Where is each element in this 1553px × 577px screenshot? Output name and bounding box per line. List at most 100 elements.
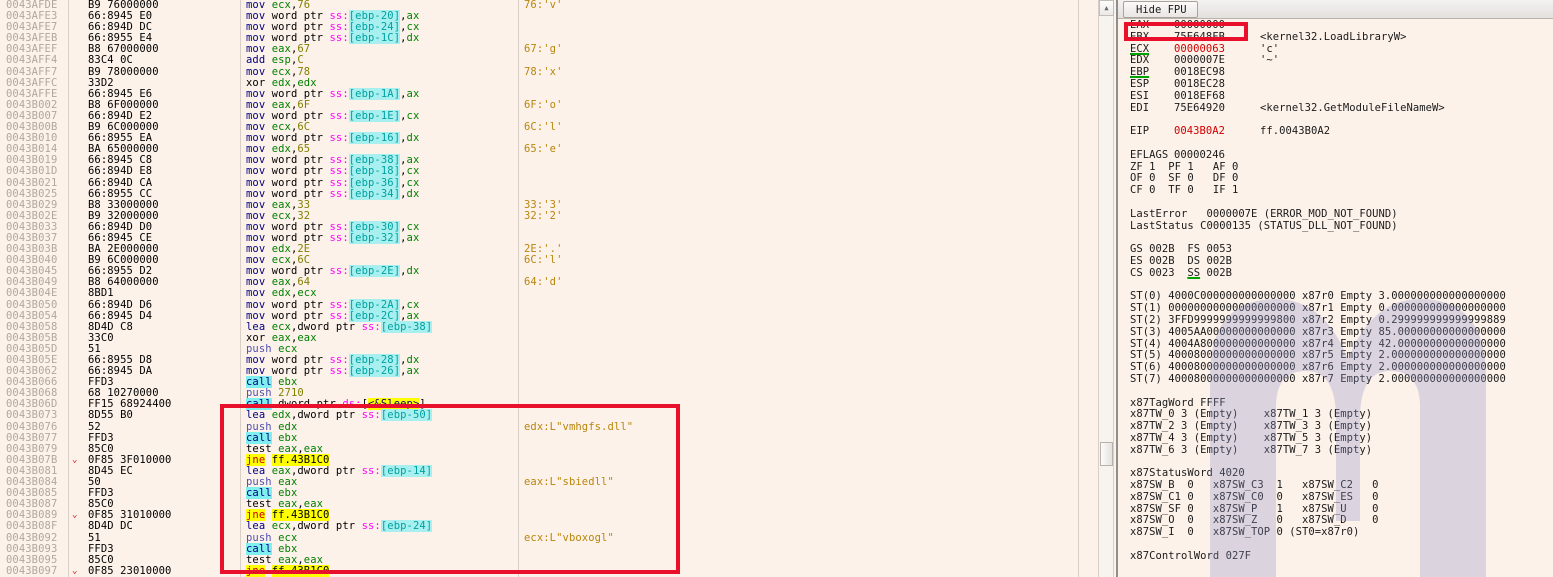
register-row-ebx[interactable]: EBX 75E648FB <kernel32.LoadLibraryW>	[1118, 30, 1553, 44]
disassembly-row[interactable]: 0043B040 B9 6C000000 mov ecx,6C 6C:'l'	[0, 255, 1096, 266]
disassembly-row[interactable]: 0043B093 FFD3 call ebx	[0, 542, 1096, 555]
disassembly-row[interactable]: 0043B097 ⌄ 0F85 23010000 jne ff.43B1C0	[0, 564, 1096, 577]
disassembly-row[interactable]: 0043B062 66:8945 DA mov word ptr ss:[ebp-2…	[0, 365, 1096, 378]
debugger-window: 0043AFDE B9 76000000 mov ecx,76 76:'v' 0043A…	[0, 0, 1553, 577]
row-bytes: 8BD1	[88, 287, 114, 300]
row-address: 0043B076	[6, 420, 58, 433]
disassembly-row[interactable]: 0043AFF7 B9 78000000 mov ecx,78 78:'x'	[0, 66, 1096, 78]
registers-panel[interactable]: Hide FPU EAX 00000000 EBX 75E648FB <kernel32…	[1116, 0, 1553, 577]
register-name: EDI	[1130, 101, 1150, 114]
disassembly-row[interactable]: 0043B049 B8 64000000 mov eax,64 64:'d'	[0, 277, 1096, 288]
disassembly-row[interactable]: 0043AFFC 33D2 xor edx,edx	[0, 77, 1096, 89]
disassembly-row[interactable]: 0043B084 50 push eax eax:L"sbiedll"	[0, 476, 1096, 488]
disassembly-row[interactable]: 0043B066 FFD3 call ebx	[0, 376, 1096, 389]
disassembly-row[interactable]: 0043B073 8D55 B0 lea edx,dword ptr ss:[ebp…	[0, 409, 1096, 422]
disasm-token: [ebp-26]	[348, 365, 401, 378]
row-bytes: 66:894D E8	[88, 165, 153, 178]
row-comment: 6C:'l'	[524, 254, 563, 267]
disassembly-row[interactable]: 0043AFE7 66:894D DC mov word ptr ss:[ebp-2…	[0, 21, 1096, 34]
flag-text: CF 0 TF 0 IF 1	[1130, 184, 1239, 197]
hide-fpu-button[interactable]: Hide FPU	[1123, 1, 1198, 18]
flag-row[interactable]: CF 0 TF 0 IF 1	[1118, 184, 1553, 197]
scrollbar-thumb[interactable]	[1100, 442, 1113, 466]
disassembly-row[interactable]: 0043B05E 66:8955 D8 mov word ptr ss:[ebp-2…	[0, 354, 1096, 366]
disassembly-row[interactable]: 0043B06D FF15 68924400 call dword ptr ds:[…	[0, 398, 1096, 411]
disassembly-row[interactable]: 0043B085 FFD3 call ebx	[0, 487, 1096, 500]
disassembly-row[interactable]: 0043B092 51 push ecx ecx:L"vboxogl"	[0, 532, 1096, 544]
disasm-token: ss:	[361, 520, 381, 533]
row-bytes: 0F85 23010000	[88, 564, 172, 577]
st-register-text: ST(2) 3FFD9999999999999800 x87r2 Empty 0…	[1130, 313, 1506, 326]
disasm-token: [ebp-50]	[380, 409, 433, 422]
disassembly-row[interactable]: 0043B04E 8BD1 mov edx,ecx	[0, 288, 1096, 299]
disasm-token: ss:	[361, 409, 381, 422]
disasm-token: dx	[406, 132, 420, 145]
disassembly-row[interactable]: 0043B058 8D4D C8 lea ecx,dword ptr ss:[ebp…	[0, 320, 1096, 333]
st-register-text: ST(0) 4000C000000000000000 x87r0 Empty 3…	[1130, 290, 1506, 303]
disassembly-row[interactable]: 0043B077 FFD3 call ebx	[0, 431, 1096, 444]
st-register-text: ST(4) 4004A800000000000000 x87r4 Empty 4…	[1130, 337, 1506, 350]
statusword-row[interactable]: x87SW_I 0 x87SW_TOP 0 (ST0=x87r0)	[1118, 526, 1553, 539]
disasm-token: [ebp-18]	[348, 165, 401, 178]
disasm-token: [ebp-2E]	[348, 265, 401, 278]
register-name: EIP	[1130, 125, 1150, 138]
segment-text: ES 002B DS 002B	[1130, 254, 1232, 267]
disassembly-row[interactable]: 0043B07B ⌄ 0F85 3F010000 jne ff.43B1C0	[0, 453, 1096, 466]
disassembly-row[interactable]: 0043B089 ⌄ 0F85 31010000 jne ff.43B1C0	[0, 509, 1096, 522]
disasm-token: ss:	[361, 464, 381, 477]
row-comment: 67:'g'	[524, 43, 563, 56]
disassembly-row[interactable]: 0043B02E B9 32000000 mov ecx,32 32:'2'	[0, 210, 1096, 222]
row-comment: 6C:'l'	[524, 121, 563, 134]
disasm-token: [ebp-1C]	[348, 32, 401, 45]
disasm-token: ss:	[329, 231, 349, 244]
disassembly-scrollbar[interactable]: ▲	[1098, 0, 1114, 577]
disassembly-row[interactable]: 0043AFE3 66:8945 E0 mov word ptr ss:[ebp-2…	[0, 10, 1096, 23]
st-register-row[interactable]: ST(7) 40008000000000000000 x87r7 Empty 2…	[1118, 373, 1553, 386]
disassembly-row[interactable]: 0043B076 52 push edx edx:L"vmhgfs.dll"	[0, 420, 1096, 433]
disasm-token: [ebp-24]	[380, 520, 433, 533]
segment-row[interactable]: CS 0023 SS 002B	[1118, 267, 1553, 280]
disasm-token: [ebp-34]	[348, 187, 401, 200]
register-value: 75E648FB	[1174, 30, 1225, 43]
st-register-text: ST(3) 4005AA00000000000000 x87r3 Empty 8…	[1130, 325, 1506, 338]
disassembly-row[interactable]: 0043B021 66:894D CA mov word ptr ss:[ebp-3…	[0, 176, 1096, 189]
register-row-edi[interactable]: EDI 75E64920 <kernel32.GetModuleFileNameW>	[1118, 101, 1553, 115]
register-row-esp[interactable]: ESP 0018EC28	[1118, 78, 1553, 91]
segment-text: GS 002B FS 0053	[1130, 243, 1232, 256]
disassembly-row[interactable]: 0043B002 B8 6F000000 mov eax,6F 6F:'o'	[0, 99, 1096, 111]
disassembly-row[interactable]: 0043AFDE B9 76000000 mov ecx,76 76:'v'	[0, 0, 1096, 11]
disassembly-row[interactable]: 0043B00B B9 6C000000 mov ecx,6C 6C:'l'	[0, 121, 1096, 134]
disassembly-panel[interactable]: 0043AFDE B9 76000000 mov ecx,76 76:'v' 0043A…	[0, 0, 1096, 577]
controlword-title[interactable]: x87ControlWord 027F	[1118, 550, 1553, 563]
last-status-text: LastStatus C0000135 (STATUS_DLL_NOT_FOUN…	[1130, 219, 1398, 232]
disassembly-row[interactable]: 0043AFEF B8 67000000 mov eax,67 67:'g'	[0, 44, 1096, 55]
disassembly-row[interactable]: 0043B01D 66:894D E8 mov word ptr ss:[ebp-1…	[0, 165, 1096, 178]
scroll-up-arrow-icon[interactable]: ▲	[1099, 0, 1114, 16]
disassembly-row[interactable]: 0043AFF4 83C4 0C add esp,C	[0, 55, 1096, 66]
register-row-eip[interactable]: EIP 0043B0A2 ff.0043B0A2	[1118, 125, 1553, 138]
row-address: 0043B050	[6, 298, 58, 311]
disasm-token: ,dword ptr	[290, 520, 362, 533]
disasm-token: ax	[406, 309, 420, 322]
register-comment: <kernel32.GetModuleFileNameW>	[1260, 101, 1445, 114]
last-status-row[interactable]: LastStatus C0000135 (STATUS_DLL_NOT_FOUN…	[1118, 219, 1553, 233]
disasm-token: eax	[297, 331, 317, 344]
st-register-text: ST(6) 40008000000000000000 x87r6 Empty 2…	[1130, 361, 1506, 374]
disassembly-row[interactable]: 0043B014 BA 65000000 mov edx,65 65:'e'	[0, 144, 1096, 155]
disassembly-row[interactable]: 0043B033 66:894D D0 mov word ptr ss:[ebp-3…	[0, 220, 1096, 233]
disassembly-row[interactable]: 0043B08F 8D4D DC lea ecx,dword ptr ss:[ebp…	[0, 520, 1096, 533]
row-address: 0043B073	[6, 409, 58, 422]
disassembly-row[interactable]: 0043B05B 33C0 xor eax,eax	[0, 331, 1096, 344]
row-address: 0043B04E	[6, 287, 58, 300]
disassembly-row[interactable]: 0043B050 66:894D D6 mov word ptr ss:[ebp-2…	[0, 298, 1096, 311]
row-comment: 76:'v'	[524, 0, 563, 11]
tagword-row[interactable]: x87TW_6 3 (Empty) x87TW_7 3 (Empty)	[1118, 444, 1553, 457]
disasm-token: ss:	[329, 365, 349, 378]
statusword-title-text: x87StatusWord 4020	[1130, 467, 1245, 480]
disassembly-row[interactable]: 0043B019 66:8945 C8 mov word ptr ss:[ebp-3…	[0, 154, 1096, 167]
disassembly-row[interactable]: 0043B05D 51 push ecx	[0, 343, 1096, 355]
register-comment: ff.0043B0A2	[1260, 125, 1331, 138]
row-disassembly: jne ff.43B1C0	[246, 564, 330, 577]
disassembly-row[interactable]: 0043B054 66:8945 D4 mov word ptr ss:[ebp-2…	[0, 309, 1096, 322]
